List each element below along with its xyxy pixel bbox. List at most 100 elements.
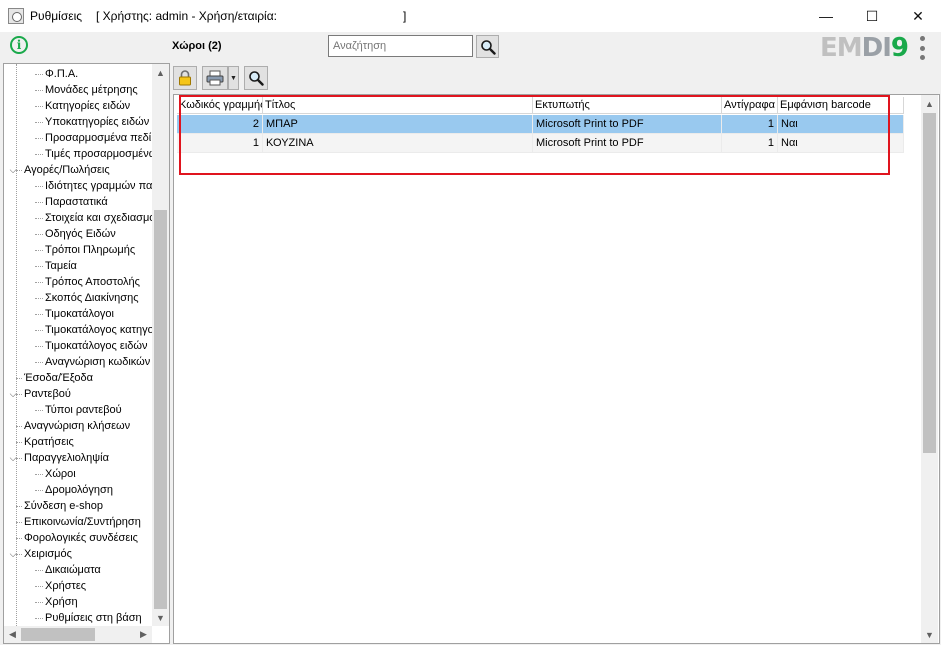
cell-title[interactable]: ΚΟΥΖΙΝΑ bbox=[263, 134, 533, 153]
tree-connector bbox=[35, 298, 43, 299]
tree-item[interactable]: Ραντεβού bbox=[24, 386, 71, 402]
tree-connector bbox=[35, 138, 43, 139]
tree-item[interactable]: Τιμές προσαρμοσμένω bbox=[45, 146, 157, 162]
tree-hscroll-thumb[interactable] bbox=[21, 628, 95, 641]
tree-scroll-thumb[interactable] bbox=[154, 210, 167, 609]
tree-connector bbox=[35, 122, 43, 123]
info-icon[interactable]: i bbox=[10, 36, 28, 54]
tree-item[interactable]: Ταμεία bbox=[45, 258, 77, 274]
tree-item[interactable]: Κρατήσεις bbox=[24, 434, 74, 450]
window-title: Ρυθμίσεις bbox=[30, 9, 83, 23]
title-bar: Ρυθμίσεις [ Χρήστης: admin - Χρήση/εταιρ… bbox=[0, 0, 941, 32]
tree-scroll-right-arrow[interactable]: ▶ bbox=[135, 626, 152, 643]
tree-connector bbox=[35, 250, 43, 251]
tree-item[interactable]: Σύνδεση e-shop bbox=[24, 498, 103, 514]
emdi9-logo: EM DI 9 bbox=[820, 32, 909, 64]
cell-barcode[interactable]: Ναι bbox=[778, 115, 904, 134]
tree-item[interactable]: Χρήση bbox=[45, 594, 78, 610]
tree-item[interactable]: Υποκατηγορίες ειδών bbox=[45, 114, 149, 130]
grid-scroll-up-arrow[interactable]: ▲ bbox=[921, 95, 938, 112]
magnifier-icon bbox=[480, 39, 496, 55]
tree-item[interactable]: Μονάδες μέτρησης bbox=[45, 82, 138, 98]
tree-connector bbox=[35, 266, 43, 267]
cell-printer[interactable]: Microsoft Print to PDF bbox=[533, 115, 722, 134]
column-header-code[interactable]: Κωδικός γραμμής bbox=[177, 97, 263, 114]
tree-scroll-left-arrow[interactable]: ◀ bbox=[4, 626, 21, 643]
tree-item[interactable]: Στοιχεία και σχεδιασμό bbox=[45, 210, 155, 226]
logo-part-1: EM bbox=[820, 33, 863, 63]
tree-item[interactable]: Χειρισμός bbox=[24, 546, 72, 562]
tree-item[interactable]: Επικοινωνία/Συντήρηση bbox=[24, 514, 141, 530]
tree-vertical-scrollbar[interactable]: ▲ ▼ bbox=[152, 64, 169, 626]
tree-connector bbox=[35, 106, 43, 107]
tree-connector bbox=[35, 218, 43, 219]
tree-item[interactable]: Τιμοκατάλογος κατηγο bbox=[45, 322, 154, 338]
tree-connector bbox=[35, 410, 43, 411]
more-options-icon[interactable] bbox=[917, 36, 927, 60]
tree-item[interactable]: Τρόπος Αποστολής bbox=[45, 274, 140, 290]
cell-copies[interactable]: 1 bbox=[722, 115, 778, 134]
cell-printer[interactable]: Microsoft Print to PDF bbox=[533, 134, 722, 153]
cell-title[interactable]: ΜΠΑΡ bbox=[263, 115, 533, 134]
cell-code[interactable]: 2 bbox=[177, 115, 263, 134]
tree-connector bbox=[35, 234, 43, 235]
tree-item[interactable]: Κατηγορίες ειδών bbox=[45, 98, 130, 114]
cell-code[interactable]: 1 bbox=[177, 134, 263, 153]
tree-item[interactable]: Φ.Π.Α. bbox=[45, 66, 78, 82]
print-dropdown-button[interactable]: ▼ bbox=[228, 66, 239, 90]
print-button[interactable] bbox=[202, 66, 228, 90]
magnifier-icon bbox=[249, 71, 264, 86]
tree-connector bbox=[35, 186, 43, 187]
column-header-title[interactable]: Τίτλος bbox=[263, 97, 533, 114]
tree-item[interactable]: Αναγνώριση κλήσεων bbox=[24, 418, 130, 434]
tree-connector bbox=[35, 618, 43, 619]
tree-item[interactable]: Φορολογικές συνδέσεις bbox=[24, 530, 138, 546]
tree-connector bbox=[35, 154, 43, 155]
tree-connector bbox=[35, 330, 43, 331]
tree-connector bbox=[35, 314, 43, 315]
column-header-barcode[interactable]: Εμφάνιση barcode bbox=[778, 97, 904, 114]
tree-item[interactable]: Παραστατικά bbox=[45, 194, 108, 210]
cell-barcode[interactable]: Ναι bbox=[778, 134, 904, 153]
grid-search-button[interactable] bbox=[244, 66, 268, 90]
window-user-info-end: ] bbox=[403, 9, 407, 23]
tree-item[interactable]: Τύποι ραντεβού bbox=[45, 402, 122, 418]
column-header-copies[interactable]: Αντίγραφα bbox=[722, 97, 778, 114]
tree-item[interactable]: Αναγνώριση κωδικών bbox=[45, 354, 150, 370]
minimize-button[interactable]: — bbox=[803, 0, 849, 32]
maximize-button[interactable]: ☐ bbox=[849, 0, 895, 32]
tree-scroll-down-arrow[interactable]: ▼ bbox=[152, 609, 169, 626]
logo-part-3: 9 bbox=[890, 33, 909, 63]
spaces-grid: Κωδικός γραμμής Τίτλος Εκτυπωτής Αντίγρα… bbox=[173, 94, 940, 644]
search-input[interactable] bbox=[328, 35, 473, 57]
tree-item[interactable]: Τιμοκατάλογοι bbox=[45, 306, 114, 322]
tree-item[interactable]: Έσοδα/Έξοδα bbox=[24, 370, 93, 386]
grid-vertical-scrollbar[interactable]: ▲ ▼ bbox=[921, 95, 938, 643]
grid-header: Κωδικός γραμμής Τίτλος Εκτυπωτής Αντίγρα… bbox=[177, 97, 904, 114]
table-row[interactable]: 1 ΚΟΥΖΙΝΑ Microsoft Print to PDF 1 Ναι bbox=[177, 134, 904, 153]
tree-item[interactable]: Προσαρμοσμένα πεδί bbox=[45, 130, 151, 146]
tree-item[interactable]: Παραγγελιοληψία bbox=[24, 450, 109, 466]
tree-item[interactable]: Αγορές/Πωλήσεις bbox=[24, 162, 110, 178]
tree-item[interactable]: Τιμοκατάλογος ειδών bbox=[45, 338, 147, 354]
tree-horizontal-scrollbar[interactable]: ◀ ▶ bbox=[4, 626, 152, 643]
search-button[interactable] bbox=[476, 35, 499, 58]
tree-item[interactable]: Χώροι bbox=[45, 466, 76, 482]
tree-item[interactable]: Τρόποι Πληρωμής bbox=[45, 242, 135, 258]
close-button[interactable]: ✕ bbox=[895, 0, 941, 32]
cell-copies[interactable]: 1 bbox=[722, 134, 778, 153]
tree-connector bbox=[35, 474, 43, 475]
table-row[interactable]: 2 ΜΠΑΡ Microsoft Print to PDF 1 Ναι bbox=[177, 115, 904, 134]
tree-item[interactable]: Σκοπός Διακίνησης bbox=[45, 290, 139, 306]
lock-button[interactable] bbox=[173, 66, 197, 90]
grid-scroll-down-arrow[interactable]: ▼ bbox=[921, 626, 938, 643]
tree-item[interactable]: Ιδιότητες γραμμών παρ bbox=[45, 178, 159, 194]
tree-item[interactable]: Δρομολόγηση bbox=[45, 482, 113, 498]
tree-scroll-up-arrow[interactable]: ▲ bbox=[152, 64, 169, 81]
tree-item[interactable]: Δικαιώματα bbox=[45, 562, 101, 578]
tree-item[interactable]: Χρήστες bbox=[45, 578, 86, 594]
tree-item[interactable]: Οδηγός Ειδών bbox=[45, 226, 116, 242]
column-header-printer[interactable]: Εκτυπωτής bbox=[533, 97, 722, 114]
grid-scroll-thumb[interactable] bbox=[923, 113, 936, 453]
tree-item[interactable]: Ρυθμίσεις στη βάση bbox=[45, 610, 142, 626]
